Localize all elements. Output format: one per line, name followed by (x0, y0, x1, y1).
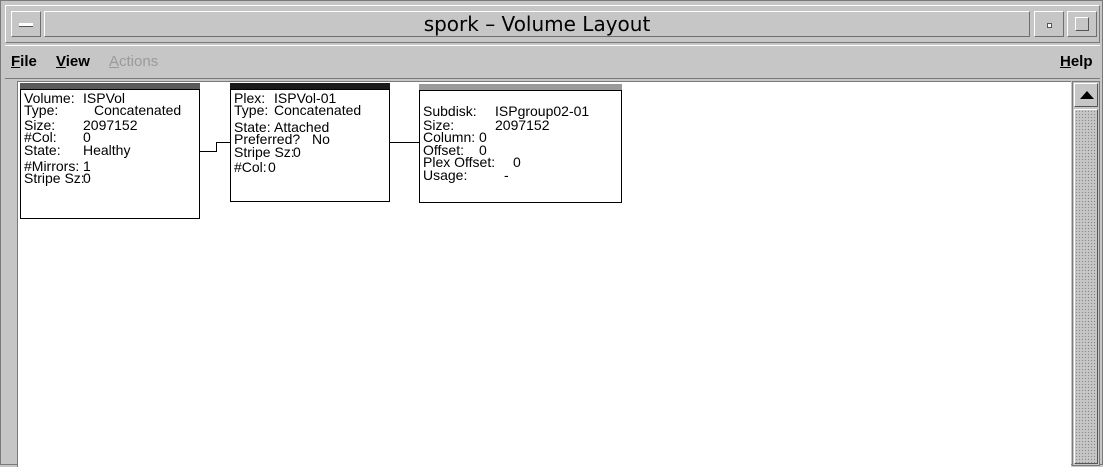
title-bar[interactable]: spork – Volume Layout (5, 5, 1100, 43)
plex-col-label: #Col: (234, 159, 267, 175)
scroll-up-button[interactable] (1074, 83, 1098, 107)
plex-stripe-value: 0 (293, 144, 301, 160)
menu-actions: Actions (109, 53, 158, 70)
subdisk-usage-value: - (504, 167, 509, 183)
volume-type-value: Concatenated (94, 102, 182, 118)
maximize-icon (1075, 17, 1089, 31)
volume-header-bar (20, 83, 200, 89)
subdisk-size-value: 2097152 (495, 117, 550, 133)
layout-canvas[interactable]: Volume: ISPVol Type: Concatenated Size: … (17, 81, 1071, 467)
volume-stripe-label: Stripe Sz: (24, 170, 85, 186)
subdisk-name-value: ISPgroup02-01 (495, 103, 590, 119)
vertical-scrollbar[interactable] (1072, 81, 1100, 466)
menu-bar: File View Actions Help (5, 45, 1100, 79)
maximize-button[interactable] (1067, 11, 1097, 37)
menu-help-label: Help (1060, 53, 1093, 70)
volume-size-value: 2097152 (83, 117, 138, 133)
scrollbar-thumb[interactable] (1074, 109, 1098, 464)
menu-actions-label: Actions (109, 53, 159, 70)
window-menu-icon (19, 23, 33, 27)
subdisk-plex-offset-value: 0 (513, 154, 521, 170)
connector-plex-subdisk (390, 142, 419, 143)
subdisk-header-bar (419, 84, 622, 90)
plex-type-label: Type: (234, 102, 269, 118)
subdisk-name-label: Subdisk: (423, 103, 477, 119)
menu-help[interactable]: Help (1060, 53, 1093, 70)
volume-stripe-value: 0 (83, 170, 91, 186)
volume-object[interactable]: Volume: ISPVol Type: Concatenated Size: … (20, 83, 200, 219)
menu-file-label: File (11, 53, 37, 70)
connector-volume-v (216, 142, 217, 152)
volume-state-value: Healthy (83, 142, 131, 158)
plex-header-bar (230, 83, 390, 89)
connector-volume-h1 (200, 151, 216, 152)
window-title: spork – Volume Layout (44, 11, 1030, 37)
plex-col-value: 0 (268, 159, 276, 175)
plex-preferred-value: No (312, 131, 330, 147)
plex-object[interactable]: Plex: ISPVol-01 Type: Concatenated State… (230, 83, 390, 202)
menu-file[interactable]: File (11, 53, 37, 70)
plex-stripe-label: Stripe Sz: (234, 144, 295, 160)
arrow-up-icon (1080, 91, 1094, 99)
window-menu-button[interactable] (11, 11, 41, 37)
menu-view-label: View (56, 53, 90, 70)
plex-type-value: Concatenated (274, 102, 362, 118)
volume-state-label: State: (24, 142, 61, 158)
subdisk-usage-label: Usage: (423, 167, 468, 183)
menu-view[interactable]: View (56, 53, 90, 70)
volume-type-label: Type: (24, 102, 59, 118)
volume-layout-window: spork – Volume Layout File View Actions … (0, 0, 1103, 467)
minimize-button[interactable] (1034, 11, 1064, 37)
subdisk-object[interactable]: Subdisk: ISPgroup02-01 Size: 2097152 Col… (419, 84, 622, 203)
connector-volume-h2 (216, 142, 230, 143)
minimize-icon (1047, 23, 1052, 28)
